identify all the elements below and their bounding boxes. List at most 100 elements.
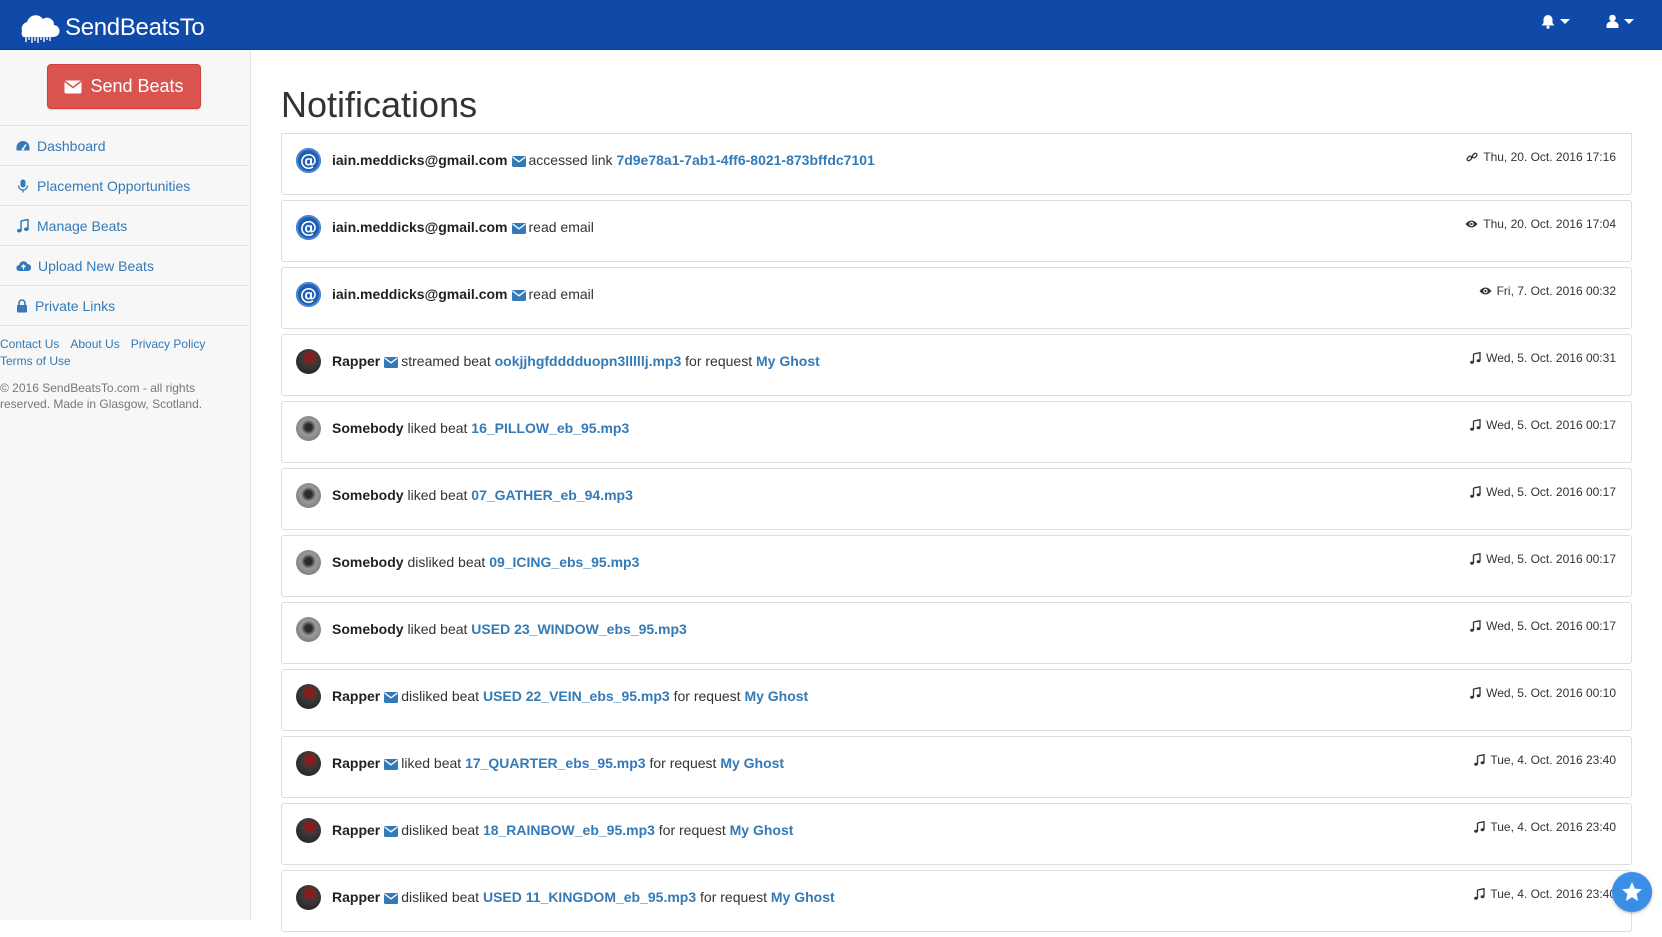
notification-item: Somebody disliked beat 09_ICING_ebs_95.m…: [281, 535, 1632, 597]
music-icon: [1470, 419, 1481, 431]
sidebar-item-label: Dashboard: [37, 137, 106, 154]
user-dropdown[interactable]: [1606, 14, 1634, 28]
request-link[interactable]: My Ghost: [744, 688, 808, 704]
microphone-icon: [17, 179, 29, 192]
avatar: [296, 617, 321, 642]
request-link[interactable]: My Ghost: [720, 755, 784, 771]
notification-target-link[interactable]: 18_RAINBOW_eb_95.mp3: [483, 822, 655, 838]
eye-icon: [1465, 220, 1478, 228]
cloud-logo-icon: [21, 15, 60, 43]
timestamp-text: Wed, 5. Oct. 2016 00:31: [1486, 351, 1616, 365]
notification-timestamp: Tue, 4. Oct. 2016 23:40: [1474, 887, 1616, 901]
request-link[interactable]: My Ghost: [756, 353, 820, 369]
avatar: [296, 349, 321, 374]
sidebar-item-label: Manage Beats: [37, 217, 128, 234]
notification-action: disliked beat: [407, 554, 486, 570]
request-link[interactable]: My Ghost: [730, 822, 794, 838]
request-link[interactable]: My Ghost: [771, 889, 835, 905]
notification-text: Somebody liked beat 16_PILLOW_eb_95.mp3: [332, 420, 629, 436]
privacy-policy-link[interactable]: Privacy Policy: [131, 337, 206, 351]
sidebar-item-dashboard[interactable]: Dashboard: [0, 126, 250, 166]
notification-action: disliked beat: [401, 822, 480, 838]
notification-action: disliked beat: [401, 688, 480, 704]
terms-of-use-link[interactable]: Terms of Use: [0, 354, 71, 368]
notification-timestamp: Wed, 5. Oct. 2016 00:31: [1470, 351, 1616, 365]
email-avatar-icon: @: [296, 215, 321, 240]
envelope-icon: [511, 290, 526, 301]
notification-user: Somebody: [332, 554, 404, 570]
notification-target-link[interactable]: 07_GATHER_eb_94.mp3: [471, 487, 633, 503]
brand-logo[interactable]: SendBeatsTo: [14, 13, 205, 43]
notification-action: liked beat: [407, 420, 468, 436]
notification-target-link[interactable]: USED 11_KINGDOM_eb_95.mp3: [483, 889, 696, 905]
notification-user: Rapper: [332, 688, 381, 704]
notification-text: Somebody disliked beat 09_ICING_ebs_95.m…: [332, 554, 639, 570]
notification-target-link[interactable]: 7d9e78a1-7ab1-4ff6-8021-873bffdc7101: [616, 152, 874, 168]
feedback-floating-button[interactable]: [1612, 872, 1652, 912]
notification-target-link[interactable]: USED 23_WINDOW_ebs_95.mp3: [471, 621, 687, 637]
timestamp-text: Fri, 7. Oct. 2016 00:32: [1496, 284, 1616, 298]
notification-action: liked beat: [407, 621, 468, 637]
notification-item: Rapper disliked beat 18_RAINBOW_eb_95.mp3…: [281, 803, 1632, 865]
sidebar-item-label: Placement Opportunities: [37, 177, 191, 194]
footer-links: Contact Us About Us Privacy Policy Terms o…: [0, 336, 240, 370]
bell-icon: [1541, 15, 1555, 29]
notification-target-link[interactable]: USED 22_VEIN_ebs_95.mp3: [483, 688, 670, 704]
notification-timestamp: Wed, 5. Oct. 2016 00:17: [1470, 552, 1616, 566]
music-icon: [1470, 687, 1481, 699]
notifications-dropdown[interactable]: [1541, 14, 1570, 29]
notification-timestamp: Wed, 5. Oct. 2016 00:17: [1470, 619, 1616, 633]
notification-action: streamed beat: [401, 353, 491, 369]
sidebar-item-upload-new-beats[interactable]: Upload New Beats: [0, 246, 250, 286]
music-icon: [1470, 620, 1481, 632]
notification-target-link[interactable]: ookjjhgfdddduopn3lllllj.mp3: [495, 353, 682, 369]
avatar: [296, 684, 321, 709]
notification-text: iain.meddicks@gmail.com accessed link 7d9…: [332, 152, 875, 168]
timestamp-text: Thu, 20. Oct. 2016 17:16: [1483, 150, 1616, 164]
sidebar-item-label: Upload New Beats: [38, 257, 154, 274]
notification-item: Rapper liked beat 17_QUARTER_ebs_95.mp3 f…: [281, 736, 1632, 798]
contact-us-link[interactable]: Contact Us: [0, 337, 59, 351]
notification-timestamp: Wed, 5. Oct. 2016 00:10: [1470, 686, 1616, 700]
notification-for-text: for request: [685, 353, 753, 369]
envelope-icon: [64, 80, 83, 93]
avatar: [296, 751, 321, 776]
notification-text: Rapper disliked beat USED 11_KINGDOM_eb_9…: [332, 889, 835, 905]
notification-text: Rapper streamed beat ookjjhgfdddduopn3lll…: [332, 353, 820, 369]
link-icon: [1466, 152, 1478, 162]
notification-target-link[interactable]: 09_ICING_ebs_95.mp3: [489, 554, 639, 570]
music-icon: [1474, 754, 1486, 766]
eye-icon: [1479, 287, 1492, 295]
notification-text: Rapper liked beat 17_QUARTER_ebs_95.mp3 f…: [332, 755, 784, 771]
notification-text: Rapper disliked beat USED 22_VEIN_ebs_95.…: [332, 688, 808, 704]
timestamp-text: Wed, 5. Oct. 2016 00:17: [1486, 619, 1616, 633]
notification-target-link[interactable]: 16_PILLOW_eb_95.mp3: [471, 420, 629, 436]
notification-item: @ iain.meddicks@gmail.com read email Thu, 2…: [281, 200, 1632, 262]
notification-user: Somebody: [332, 420, 404, 436]
avatar: [296, 885, 321, 910]
notification-item: Rapper disliked beat USED 22_VEIN_ebs_95.…: [281, 669, 1632, 731]
send-beats-button[interactable]: Send Beats: [47, 64, 201, 109]
music-icon: [1470, 553, 1481, 565]
page-title: Notifications: [281, 84, 478, 125]
notification-for-text: for request: [649, 755, 717, 771]
timestamp-text: Wed, 5. Oct. 2016 00:17: [1486, 418, 1616, 432]
envelope-icon: [384, 357, 399, 368]
sidebar-item-manage-beats[interactable]: Manage Beats: [0, 206, 250, 246]
notification-text: Rapper disliked beat 18_RAINBOW_eb_95.mp3…: [332, 822, 793, 838]
sidebar-item-placement-opportunities[interactable]: Placement Opportunities: [0, 166, 250, 206]
lock-icon: [17, 298, 27, 312]
notification-target-link[interactable]: 17_QUARTER_ebs_95.mp3: [465, 755, 646, 771]
notification-user: Somebody: [332, 487, 404, 503]
copyright-text: © 2016 SendBeatsTo.com - all rights rese…: [0, 381, 203, 411]
music-icon: [1474, 821, 1486, 833]
about-us-link[interactable]: About Us: [70, 337, 119, 351]
sidebar-item-private-links[interactable]: Private Links: [0, 286, 250, 326]
sidebar-nav: Dashboard Placement Opportunities Manage…: [0, 126, 250, 326]
notification-text: Somebody liked beat 07_GATHER_eb_94.mp3: [332, 487, 633, 503]
notification-timestamp: Tue, 4. Oct. 2016 23:40: [1474, 820, 1616, 834]
music-icon: [1470, 486, 1481, 498]
timestamp-text: Tue, 4. Oct. 2016 23:40: [1490, 753, 1616, 767]
notification-item: Somebody liked beat 16_PILLOW_eb_95.mp3 W…: [281, 401, 1632, 463]
notification-item: @ iain.meddicks@gmail.com read email Fri, 7…: [281, 267, 1632, 329]
